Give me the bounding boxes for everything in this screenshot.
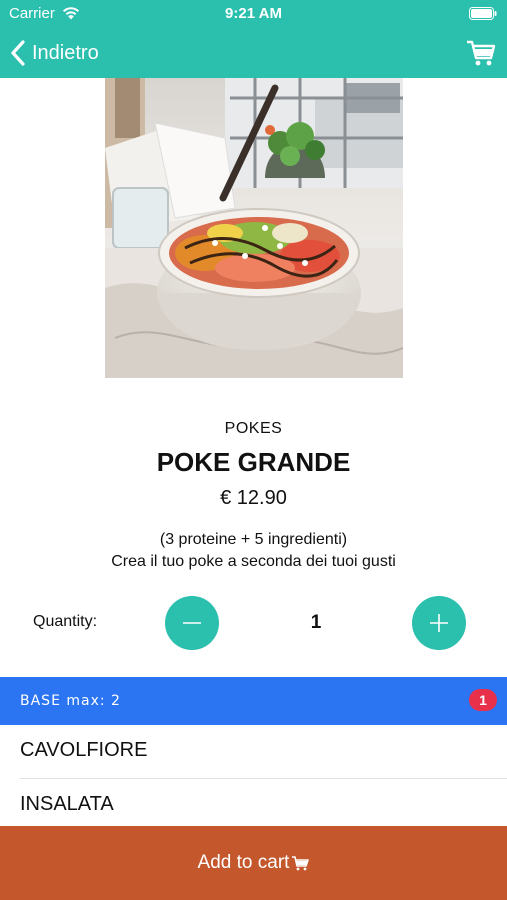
product-category: POKES	[224, 420, 283, 437]
option-label: INSALATA	[20, 793, 114, 815]
quantity-label: Quantity:	[33, 613, 98, 630]
nav-bar: Indietro	[0, 28, 507, 78]
plus-icon	[430, 614, 448, 632]
add-to-cart-button[interactable]: Add to cart	[0, 826, 507, 900]
back-label: Indietro	[32, 41, 99, 64]
cart-icon[interactable]	[465, 37, 497, 69]
section-label: BASE max: 2	[20, 693, 121, 709]
product-description-line1: (3 proteine + 5 ingredienti)	[159, 531, 348, 548]
product-price: € 12.90	[220, 487, 287, 509]
option-label: CAVOLFIORE	[20, 739, 148, 761]
back-button[interactable]: Indietro	[10, 38, 99, 68]
increase-quantity-button[interactable]	[412, 596, 466, 650]
decrease-quantity-button[interactable]	[165, 596, 219, 650]
option-row-cavolfiore[interactable]: CAVOLFIORE	[0, 725, 507, 779]
status-time: 9:21 AM	[225, 5, 282, 22]
quantity-value: 1	[310, 612, 322, 633]
product-name: POKE GRANDE	[156, 447, 351, 477]
selection-count-badge: 1	[469, 689, 497, 711]
minus-icon	[183, 622, 201, 624]
product-description-line2: Crea il tuo poke a seconda dei tuoi gust…	[111, 553, 396, 570]
option-row-insalata[interactable]: INSALATA	[0, 779, 507, 833]
add-to-cart-label: Add to cart	[197, 852, 290, 873]
section-header-base[interactable]: BASE max: 2 1	[0, 677, 507, 725]
cart-icon	[292, 856, 310, 871]
battery-icon	[469, 7, 497, 20]
status-bar: Carrier 9:21 AM	[0, 0, 507, 28]
product-image	[105, 78, 403, 378]
chevron-left-icon	[11, 40, 25, 66]
